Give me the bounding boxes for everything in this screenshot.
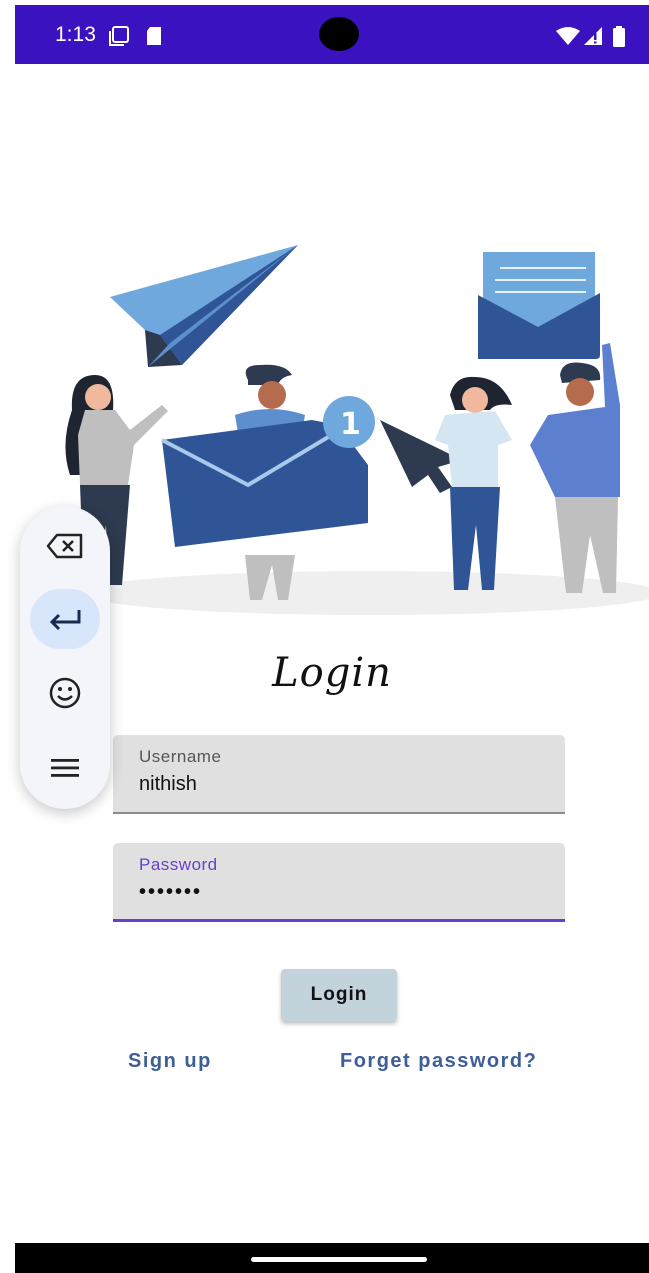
username-underline	[113, 812, 565, 814]
login-button[interactable]: Login	[281, 969, 397, 1021]
screen-recording-icon	[109, 26, 129, 46]
backspace-button[interactable]	[30, 516, 100, 576]
emoji-button[interactable]	[30, 663, 100, 723]
app-screen: 1:13 1 Login Username nithish Password •…	[15, 0, 649, 1273]
battery-icon	[613, 26, 625, 47]
wifi-icon	[556, 27, 580, 45]
status-bar: 1:13	[15, 5, 649, 64]
username-value[interactable]: nithish	[139, 773, 197, 796]
emoji-icon	[49, 677, 81, 709]
paper-plane-icon	[110, 245, 298, 367]
username-field[interactable]: Username nithish	[113, 735, 565, 814]
enter-button[interactable]	[30, 589, 100, 649]
password-underline	[113, 919, 565, 922]
sign-up-link[interactable]: Sign up	[128, 1050, 212, 1073]
password-field[interactable]: Password •••••••	[113, 843, 565, 922]
signal-icon	[584, 27, 602, 45]
page-title: Login	[272, 650, 392, 696]
forget-password-link[interactable]: Forget password?	[340, 1050, 537, 1073]
people-with-envelopes-illustration: 1	[65, 245, 649, 615]
backspace-icon	[46, 533, 83, 559]
password-value[interactable]: •••••••	[139, 881, 202, 904]
username-label: Username	[139, 747, 222, 766]
man-right-figure	[530, 343, 620, 593]
navigation-bar	[15, 1243, 649, 1273]
raised-envelope-icon	[478, 252, 600, 359]
menu-button[interactable]	[30, 738, 100, 798]
menu-icon	[51, 759, 79, 777]
svg-text:1: 1	[340, 407, 361, 442]
enter-icon	[49, 610, 81, 631]
password-label: Password	[139, 855, 218, 874]
keyboard-toolbar	[20, 506, 110, 809]
camera-cutout	[319, 17, 359, 51]
home-gesture-handle[interactable]	[251, 1257, 427, 1262]
sd-card-icon	[147, 27, 161, 45]
status-time: 1:13	[55, 23, 96, 46]
person-with-envelope-figure: 1	[161, 364, 462, 600]
